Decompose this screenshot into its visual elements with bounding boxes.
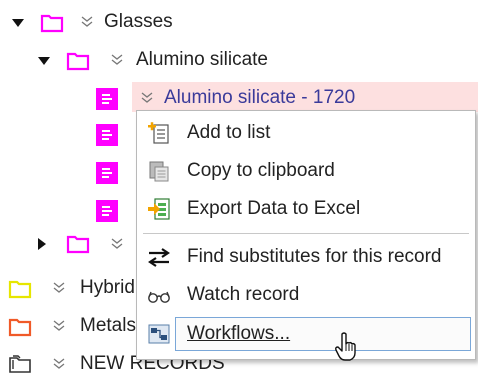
chevron-down-icon[interactable] (52, 357, 66, 371)
workflow-icon (148, 324, 170, 344)
excel-export-icon (148, 198, 170, 220)
menu-label-workflows: Workflows... (187, 323, 291, 344)
record-icon (96, 200, 118, 222)
menu-item-copy-to-clipboard[interactable]: Copy to clipboard (137, 153, 475, 189)
chevron-down-icon[interactable] (52, 319, 66, 333)
chevron-down-icon[interactable] (110, 237, 124, 251)
folder-icon (66, 235, 90, 254)
chevron-down-icon[interactable] (110, 53, 124, 67)
collapse-triangle-icon[interactable] (38, 238, 46, 250)
menu-label-add-to-list: Add to list (187, 122, 271, 143)
swap-arrows-icon (148, 248, 170, 267)
menu-separator (143, 233, 469, 234)
menu-item-workflows[interactable]: Workflows... (137, 316, 475, 352)
menu-item-export-excel[interactable]: Export Data to Excel (137, 191, 475, 227)
menu-item-add-to-list[interactable]: Add to list (137, 115, 475, 151)
hand-pointer-icon (335, 332, 356, 361)
chevron-down-icon[interactable] (140, 91, 154, 105)
record-icon (96, 124, 118, 146)
chevron-down-icon[interactable] (52, 281, 66, 295)
folder-icon (40, 14, 64, 33)
clipboard-icon (149, 161, 169, 182)
tree-label-glasses: Glasses (104, 11, 173, 32)
tree-label-hybrid: Hybrid (80, 277, 135, 298)
menu-item-find-substitutes[interactable]: Find substitutes for this record (137, 239, 475, 275)
folder-icon (8, 280, 32, 299)
expand-triangle-icon[interactable] (12, 19, 24, 27)
record-icon (96, 88, 118, 110)
tree-label-selected-record: Alumino silicate - 1720 (164, 87, 356, 108)
folder-icon (8, 318, 32, 337)
menu-label-export-excel: Export Data to Excel (187, 198, 361, 219)
menu-item-watch-record[interactable]: Watch record (137, 277, 475, 313)
add-to-list-icon (148, 122, 169, 144)
tree-label-alumino-silicate: Alumino silicate (136, 49, 268, 70)
folder-stack-icon (9, 355, 31, 373)
menu-label-copy-to-clipboard: Copy to clipboard (187, 160, 335, 181)
tree-row-alumino-silicate[interactable]: Alumino silicate (0, 42, 478, 80)
record-icon (96, 162, 118, 184)
glasses-icon (148, 291, 170, 303)
tree-label-metals: Metals (80, 315, 136, 336)
chevron-down-icon[interactable] (80, 15, 94, 29)
expand-triangle-icon[interactable] (38, 57, 50, 65)
folder-icon (66, 52, 90, 71)
menu-label-watch-record: Watch record (187, 284, 300, 305)
menu-label-find-substitutes: Find substitutes for this record (187, 246, 442, 267)
tree-row-glasses[interactable]: Glasses (0, 4, 478, 42)
context-menu: Add to list Copy to clipboard Export Dat… (136, 110, 476, 360)
